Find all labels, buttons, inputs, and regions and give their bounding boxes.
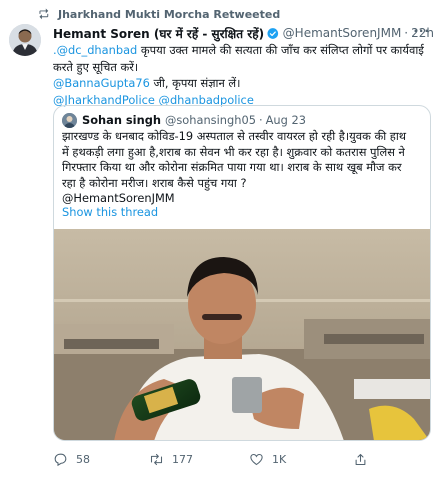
quoted-text-line: झारखण्ड के धनबाद कोविड-19 अस्पताल से तस्… xyxy=(62,129,407,143)
mention-link[interactable]: @BannaGupta76 xyxy=(53,76,150,90)
like-button[interactable]: 1K xyxy=(249,450,286,468)
heart-icon xyxy=(250,453,263,465)
author-name[interactable]: Hemant Soren (घर में रहें - सुरक्षित रहे… xyxy=(53,25,264,42)
tweet-actions: 58 177 1K xyxy=(53,450,431,468)
reply-button[interactable]: 58 xyxy=(53,450,90,468)
retweet-icon xyxy=(39,7,49,19)
show-thread-link[interactable]: Show this thread xyxy=(62,205,158,219)
separator-dot: · xyxy=(404,26,409,40)
avatar[interactable] xyxy=(9,24,41,56)
quoted-tweet-photo[interactable] xyxy=(54,229,430,440)
retweet-context[interactable]: Jharkhand Mukti Morcha Retweeted xyxy=(38,6,280,22)
mention-link[interactable]: .@dc_dhanbad xyxy=(53,43,137,57)
retweet-label: Jharkhand Mukti Morcha Retweeted xyxy=(58,7,281,21)
quoted-tweet-time[interactable]: Aug 23 xyxy=(266,113,306,127)
tweet-header: Hemant Soren (घर में रहें - सुरक्षित रहे… xyxy=(53,24,434,42)
quoted-tweet-header: Sohan singh @sohansingh05 · Aug 23 xyxy=(62,112,306,128)
quoted-text-line: गिरफ्तार किया था और कोरोना संक्रमित पाया… xyxy=(62,160,402,175)
retweet-button[interactable]: 177 xyxy=(149,450,193,468)
tweet-text-segment: जी, कृपया संज्ञान लें। xyxy=(149,76,241,90)
share-icon xyxy=(355,453,366,465)
photo-illustration xyxy=(54,229,430,440)
tweet-text-segment: करते हुए सूचित करें। xyxy=(53,59,139,74)
tweet-text-segment: कृपया उक्त मामले की सत्यता की जाँच कर सं… xyxy=(137,43,424,57)
quoted-avatar[interactable] xyxy=(62,112,77,128)
quoted-tweet[interactable]: Sohan singh @sohansingh05 · Aug 23 झारखण… xyxy=(53,105,431,441)
reply-icon xyxy=(54,453,67,466)
quoted-text-line: में हथकड़ी लगा हुआ है,शराब का सेवन भी कर… xyxy=(62,144,405,159)
separator-dot: · xyxy=(258,113,263,127)
retweet-count: 177 xyxy=(172,452,193,466)
quoted-author-handle[interactable]: @sohansingh05 xyxy=(165,113,256,127)
quoted-text-line: रहा है कोरोना मरीज। शराब कैसे पहुंच गया … xyxy=(62,175,247,190)
author-handle[interactable]: @HemantSorenJMM xyxy=(283,26,402,40)
retweet-icon xyxy=(150,453,163,465)
verified-icon xyxy=(267,27,279,39)
share-button[interactable] xyxy=(353,450,376,468)
quoted-author-name[interactable]: Sohan singh xyxy=(82,113,161,127)
more-options-icon[interactable]: ··· xyxy=(413,24,430,38)
quoted-tweet-text: झारखण्ड के धनबाद कोविड-19 अस्पताल से तस्… xyxy=(62,129,424,207)
tweet-text: .@dc_dhanbad कृपया उक्त मामले की सत्यता … xyxy=(53,42,431,108)
like-count: 1K xyxy=(272,452,287,466)
reply-count: 58 xyxy=(76,452,90,466)
